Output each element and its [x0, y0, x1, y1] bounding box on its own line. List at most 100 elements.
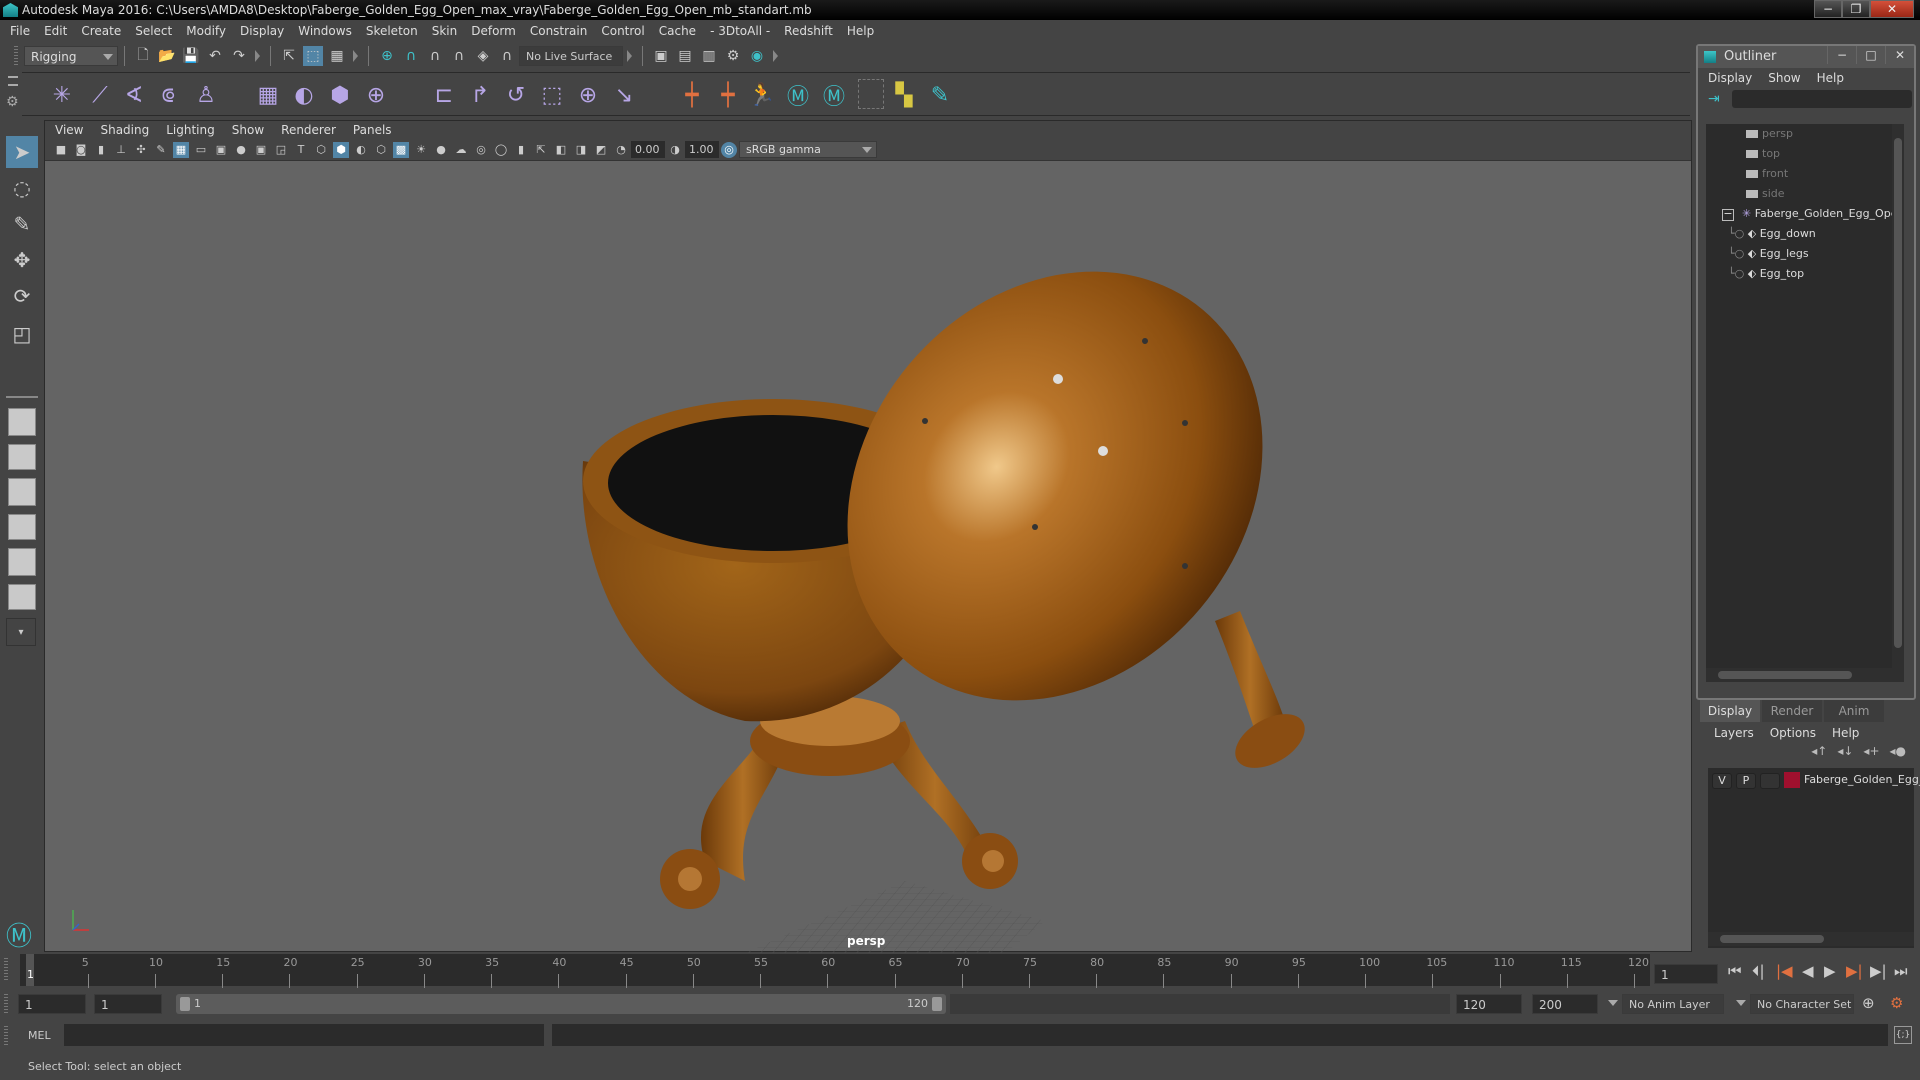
outliner-menu-help[interactable]: Help	[1817, 71, 1844, 85]
point-constraint-icon[interactable]: ↱	[464, 79, 496, 111]
collapse-icon[interactable]	[255, 50, 260, 62]
range-start-handle[interactable]	[180, 997, 190, 1011]
layer-menu-help[interactable]: Help	[1832, 726, 1859, 740]
orient-constraint-icon[interactable]: ↺	[500, 79, 532, 111]
anim-layer-field[interactable]: No Anim Layer	[1622, 994, 1724, 1014]
step-back-frame-icon[interactable]: |◀	[1776, 962, 1793, 980]
current-frame-field[interactable]: 1	[1654, 964, 1718, 984]
scrollbar-thumb[interactable]	[1894, 138, 1902, 648]
step-forward-key-icon[interactable]: ▶|	[1870, 962, 1887, 980]
scrollbar-thumb[interactable]	[1720, 935, 1824, 943]
wireframe-on-shaded-icon[interactable]: ⬡	[373, 142, 389, 158]
restore-button[interactable]: ❐	[1842, 0, 1870, 18]
undo-icon[interactable]: ↶	[205, 46, 225, 66]
layer-toggle-icon[interactable]: ▚	[888, 79, 920, 111]
step-forward-frame-icon[interactable]: ▶|	[1846, 962, 1863, 980]
gamma-field[interactable]: 1.00	[685, 141, 719, 158]
outliner-menu-display[interactable]: Display	[1708, 71, 1752, 85]
move-tool-icon[interactable]: ✥	[6, 244, 38, 276]
grease-pencil-icon[interactable]: ✎	[153, 142, 169, 158]
outliner-item-egg-legs[interactable]: └○ ⬖ Egg_legs	[1728, 244, 1809, 264]
viewport-menu-show[interactable]: Show	[232, 123, 264, 137]
viewport-menu-panels[interactable]: Panels	[353, 123, 392, 137]
menu-windows[interactable]: Windows	[298, 24, 352, 38]
xray-icon[interactable]: ◧	[553, 142, 569, 158]
grip-handle[interactable]	[14, 46, 18, 66]
scrollbar-thumb[interactable]	[1718, 671, 1852, 679]
motion-blur-icon[interactable]: ◎	[473, 142, 489, 158]
snap-grid-icon[interactable]: ⊕	[377, 46, 397, 66]
empty-shelf-slot[interactable]	[858, 79, 884, 109]
layer-display-type-toggle[interactable]	[1760, 773, 1780, 789]
range-slider[interactable]: 1 120	[176, 994, 946, 1014]
outliner-menu-show[interactable]: Show	[1768, 71, 1800, 85]
xray-components-icon[interactable]: ◩	[593, 142, 609, 158]
filter-icon[interactable]: ⇥	[1708, 91, 1720, 107]
humanik-icon[interactable]: ♙	[190, 79, 222, 111]
start-time-field[interactable]: 1	[18, 994, 86, 1014]
persp-outliner-layout-icon[interactable]	[8, 478, 36, 506]
viewport-menu-lighting[interactable]: Lighting	[166, 123, 215, 137]
command-input[interactable]	[64, 1024, 544, 1046]
time-slider[interactable]: 1 5 10 15 20 25 30 35 40 45 50 55 60 65 70 75 80 85 90 95 1…	[20, 954, 1650, 988]
locator-icon[interactable]: ┿	[676, 79, 708, 111]
lattice-icon[interactable]: ⬢	[324, 79, 356, 111]
paint-select-icon[interactable]: ✎	[924, 79, 956, 111]
anti-aliasing-icon[interactable]: ◯	[493, 142, 509, 158]
outliner-horizontal-scrollbar[interactable]	[1706, 668, 1904, 682]
maya-script-icon[interactable]: Ⓜ	[782, 79, 814, 111]
minimize-button[interactable]: −	[1814, 0, 1842, 18]
lasso-tool-icon[interactable]: ◌	[6, 172, 38, 204]
outliner-title-bar[interactable]: Outliner − □ ✕	[1698, 46, 1914, 68]
collapse-icon[interactable]	[627, 50, 632, 62]
outliner-search-input[interactable]	[1732, 90, 1912, 108]
menu-help[interactable]: Help	[847, 24, 874, 38]
bookmark-icon[interactable]: ▮	[93, 142, 109, 158]
snap-curve-icon[interactable]: ∩	[401, 46, 421, 66]
collapse-icon[interactable]	[353, 50, 358, 62]
new-layer-selected-icon[interactable]: ◂●	[1890, 744, 1907, 758]
redo-icon[interactable]: ↷	[229, 46, 249, 66]
outliner-vertical-scrollbar[interactable]	[1892, 124, 1904, 668]
viewport-menu-shading[interactable]: Shading	[100, 123, 149, 137]
tab-render[interactable]: Render	[1762, 700, 1822, 722]
render-view-icon[interactable]: ▣	[651, 46, 671, 66]
outliner-item-egg-top[interactable]: └○ ⬖ Egg_top	[1728, 264, 1804, 284]
make-live-icon[interactable]: ◈	[473, 46, 493, 66]
outliner-item-side[interactable]: side	[1746, 184, 1785, 204]
menu-edit[interactable]: Edit	[44, 24, 67, 38]
parent-constraint-icon[interactable]: ⊏	[428, 79, 460, 111]
resolution-gate-icon[interactable]: ▣	[213, 142, 229, 158]
new-layer-icon[interactable]: ◂+	[1863, 744, 1879, 758]
go-to-start-icon[interactable]: ⏮	[1728, 962, 1742, 980]
collapse-toggle-icon[interactable]: −	[1722, 208, 1734, 221]
bind-skin-icon[interactable]: ▦	[252, 79, 284, 111]
textured-icon[interactable]: ▩	[393, 141, 409, 158]
playback-end-field[interactable]: 120	[1456, 994, 1522, 1014]
outliner-minimize-button[interactable]: −	[1827, 46, 1856, 64]
select-hierarchy-icon[interactable]: ⇱	[279, 46, 299, 66]
2d-pan-zoom-icon[interactable]: ✣	[133, 142, 149, 158]
ik-spline-icon[interactable]: ∢	[118, 79, 150, 111]
snap-view-plane-icon[interactable]: ∩	[449, 46, 469, 66]
select-component-icon[interactable]: ▦	[327, 46, 347, 66]
play-backwards-icon[interactable]: ◀	[1802, 962, 1814, 980]
new-scene-icon[interactable]: 🗋	[133, 46, 153, 66]
menu-set-dropdown[interactable]: Rigging	[24, 46, 118, 66]
image-plane-icon[interactable]: ⊥	[113, 142, 129, 158]
layer-menu-layers[interactable]: Layers	[1714, 726, 1754, 740]
menu-redshift[interactable]: Redshift	[784, 24, 833, 38]
ipr-render-icon[interactable]: ▥	[699, 46, 719, 66]
color-management-toggle-icon[interactable]: ◎	[721, 141, 737, 158]
more-layouts-icon[interactable]: ▾	[6, 618, 36, 646]
cluster-icon[interactable]: ⊕	[360, 79, 392, 111]
save-scene-icon[interactable]: 💾	[181, 46, 201, 66]
animation-preferences-icon[interactable]: ⚙	[1890, 994, 1903, 1012]
menu-control[interactable]: Control	[601, 24, 644, 38]
outliner-item-top[interactable]: top	[1746, 144, 1780, 164]
3d-scene[interactable]: persp	[45, 161, 1691, 953]
depth-of-field-icon[interactable]: ▮	[513, 142, 529, 158]
layer-playback-toggle[interactable]: P	[1736, 773, 1756, 789]
persp-graph-layout-icon[interactable]	[8, 514, 36, 540]
menu-modify[interactable]: Modify	[186, 24, 226, 38]
